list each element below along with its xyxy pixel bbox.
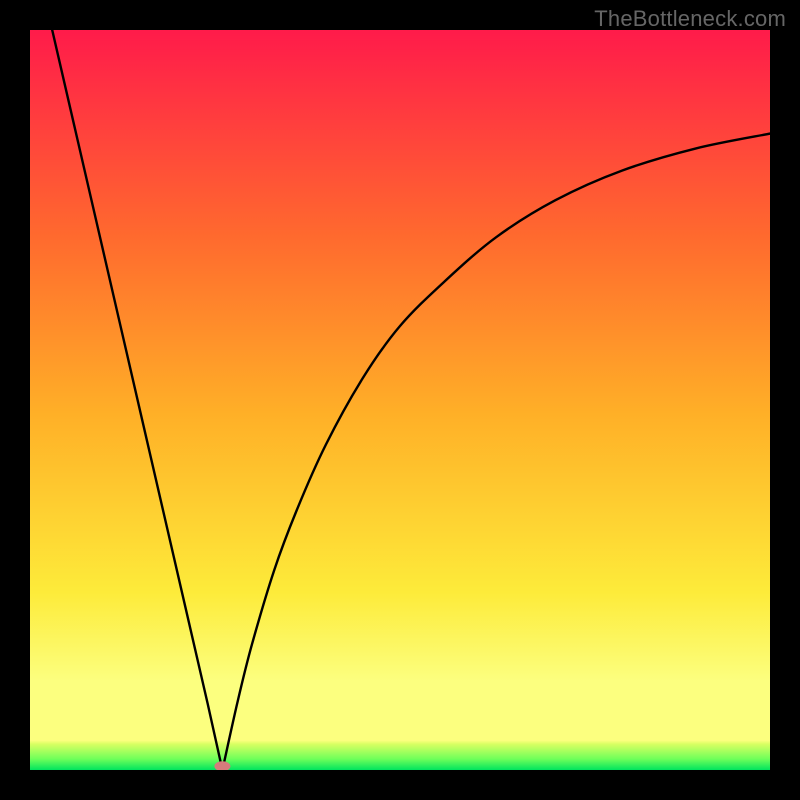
chart-svg (30, 30, 770, 770)
gradient-background (30, 30, 770, 770)
chart-frame (30, 30, 770, 770)
watermark-text: TheBottleneck.com (594, 6, 786, 32)
